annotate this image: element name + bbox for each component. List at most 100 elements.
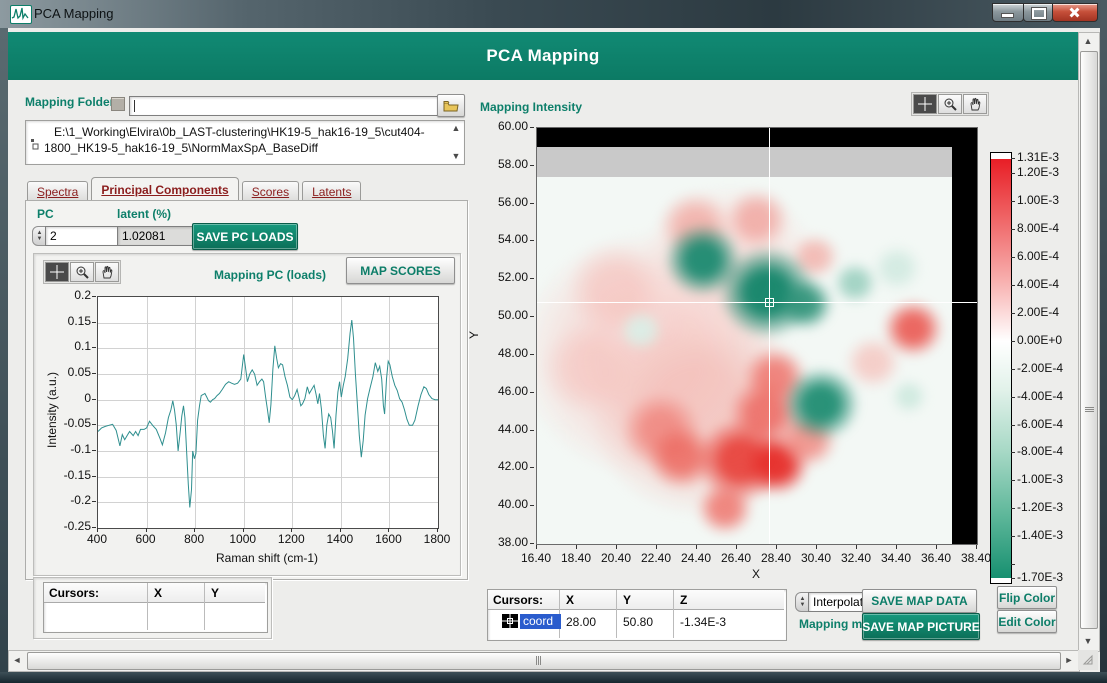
pan-tool-icon[interactable]	[95, 262, 119, 282]
zoom-tool-icon[interactable]	[70, 262, 94, 282]
edit-color-button[interactable]: Edit Color	[997, 610, 1057, 633]
map-x-tick-label: 38.40	[954, 551, 998, 565]
loads-spectrum-line	[98, 297, 438, 528]
flip-color-button[interactable]: Flip Color	[997, 586, 1057, 609]
save-map-data-button[interactable]: SAVE MAP DATA	[862, 589, 977, 613]
map-y-tick-label: 42.00	[488, 459, 528, 473]
spinner-down-icon: ▼	[800, 602, 806, 608]
loads-x-tick	[97, 528, 98, 532]
map-x-tick-label: 32.40	[834, 551, 878, 565]
latent-value-field: 1.02081	[117, 226, 197, 246]
cursor-tool-icon[interactable]	[913, 94, 937, 114]
pc-value-field[interactable]: 2	[45, 226, 119, 246]
map-y-tick-label: 54.00	[488, 232, 528, 246]
horizontal-scroll-thumb[interactable]	[27, 652, 1061, 670]
loads-y-tick-label: -0.25	[53, 519, 91, 533]
loads-x-tick-label: 1200	[271, 532, 311, 546]
loads-x-tick-label: 1600	[368, 532, 408, 546]
scroll-left-icon[interactable]: ◄	[9, 651, 25, 669]
window-border-bottom	[0, 672, 1107, 683]
map-y-tick	[530, 127, 534, 128]
scale-tick	[1011, 480, 1015, 481]
scale-tick-label: 1.31E-3	[1017, 150, 1059, 164]
minimize-button[interactable]	[992, 3, 1024, 22]
horizontal-scrollbar[interactable]: ◄ ►	[8, 650, 1080, 672]
map-x-tick-label: 24.40	[674, 551, 718, 565]
window-border-left	[0, 28, 8, 672]
scale-tick	[1011, 313, 1015, 314]
map-ylabel: Y	[467, 331, 481, 339]
loads-cursors-box: Cursors: X Y	[43, 582, 268, 633]
loads-x-tick	[194, 528, 195, 532]
map-xlabel: X	[536, 567, 976, 581]
loads-y-tick-label: 0.2	[53, 288, 91, 302]
mapping-folder-path-box[interactable]: E:\1_Working\Elvira\0b_LAST-clustering\H…	[25, 120, 465, 165]
loads-x-tick	[146, 528, 147, 532]
map-x-tick-label: 30.40	[794, 551, 838, 565]
map-x-tick	[736, 545, 737, 549]
map-x-tick	[616, 545, 617, 549]
heatmap-blob	[845, 336, 901, 389]
path-scroll-down-icon[interactable]: ▼	[450, 151, 462, 161]
map-y-tick	[530, 505, 534, 506]
folder-refresh-mini-button[interactable]	[111, 97, 125, 111]
maximize-button[interactable]	[1023, 3, 1053, 22]
loads-y-tick	[92, 322, 96, 323]
loads-y-tick	[92, 373, 96, 374]
map-cursor-marker[interactable]	[765, 298, 774, 307]
zoom-tool-icon[interactable]	[938, 94, 962, 114]
scroll-up-icon[interactable]: ▲	[1079, 33, 1097, 49]
map-y-tick	[530, 467, 534, 468]
loads-y-tick-label: 0.1	[53, 339, 91, 353]
resize-grip[interactable]	[1078, 650, 1098, 670]
scroll-down-icon[interactable]: ▼	[1079, 633, 1097, 649]
cursor-crosshair-icon	[502, 614, 518, 628]
cursor-tool-icon[interactable]	[45, 262, 69, 282]
map-plot-area[interactable]	[536, 127, 978, 545]
save-pc-loads-button[interactable]: SAVE PC LOADS	[192, 223, 298, 250]
cursor-name-cell[interactable]: coord	[520, 614, 561, 629]
pan-tool-icon[interactable]	[963, 94, 987, 114]
loads-cursor-col-x: X	[154, 586, 162, 600]
scale-tick-label: 8.00E-4	[1017, 221, 1059, 235]
mapping-folder-input[interactable]	[129, 96, 439, 116]
scale-tick	[1011, 536, 1015, 537]
map-x-tick-label: 36.40	[914, 551, 958, 565]
map-x-tick	[656, 545, 657, 549]
scale-tick	[1011, 564, 1015, 565]
scale-tick-label: 0.00E+0	[1017, 333, 1062, 347]
path-scroll-up-icon[interactable]: ▲	[450, 123, 462, 133]
loads-x-tick-label: 400	[77, 532, 117, 546]
map-y-tick-label: 46.00	[488, 384, 528, 398]
spinner-down-icon: ▼	[37, 236, 43, 242]
scale-tick	[1011, 285, 1015, 286]
vertical-scroll-thumb[interactable]	[1080, 51, 1098, 629]
map-y-tick-label: 48.00	[488, 346, 528, 360]
map-cursor-hline[interactable]	[537, 302, 977, 303]
window-titlebar[interactable]: PCA Mapping	[0, 0, 1107, 29]
scroll-right-icon[interactable]: ►	[1061, 651, 1077, 669]
pca-mapping-window: PCA Mapping PCA Mapping Mapping Folder E…	[0, 0, 1107, 683]
window-border-right	[1100, 28, 1107, 672]
map-x-tick-label: 16.40	[514, 551, 558, 565]
close-button[interactable]	[1052, 3, 1098, 22]
map-cursors-header: Cursors:	[493, 593, 543, 607]
map-y-tick	[530, 240, 534, 241]
map-cursor-vline[interactable]	[769, 128, 770, 544]
loads-x-tick-label: 1800	[417, 532, 457, 546]
loads-y-tick	[92, 450, 96, 451]
loads-y-tick-label: 0.05	[53, 365, 91, 379]
map-scores-button[interactable]: MAP SCORES	[346, 257, 455, 284]
map-black-band-top	[537, 128, 977, 147]
tab-principal-components[interactable]: Principal Components	[91, 177, 238, 201]
map-y-tick	[530, 430, 534, 431]
vertical-scrollbar[interactable]: ▲ ▼	[1078, 32, 1100, 652]
mapping-folder-path-line1: E:\1_Working\Elvira\0b_LAST-clustering\H…	[54, 125, 444, 140]
map-heatmap	[537, 177, 952, 544]
loads-y-tick	[92, 296, 96, 297]
loads-plot-area[interactable]	[97, 296, 439, 529]
browse-folder-button[interactable]	[437, 94, 465, 117]
color-scale-bar[interactable]	[990, 152, 1012, 584]
app-spectrum-icon	[10, 5, 32, 24]
save-map-picture-button[interactable]: SAVE MAP PICTURE	[862, 613, 980, 640]
